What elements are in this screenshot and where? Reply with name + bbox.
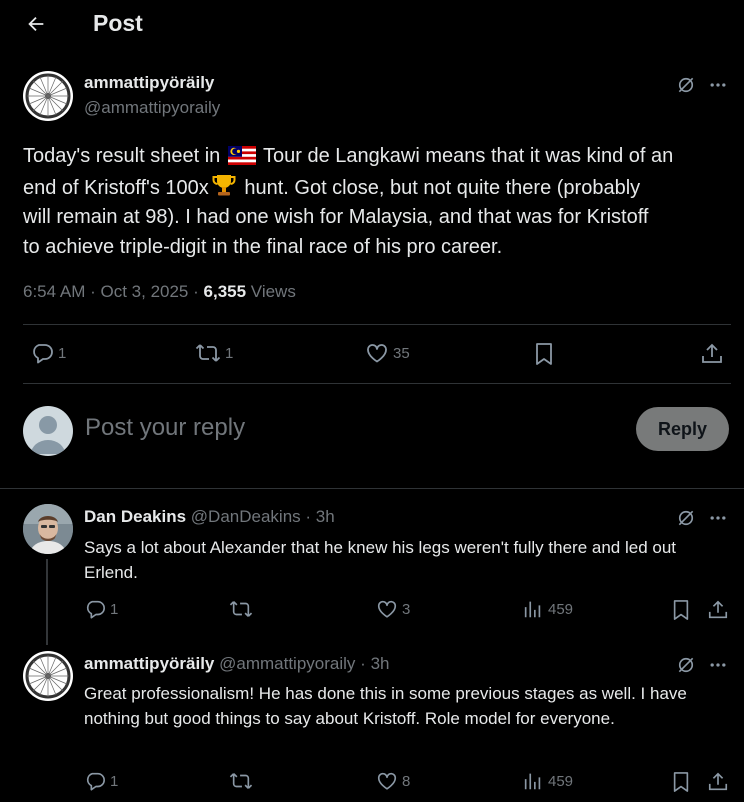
repost-action[interactable]	[228, 597, 254, 621]
author-handle[interactable]: @ammattipyoraily	[84, 98, 220, 118]
reply-icon	[33, 344, 53, 364]
post-text-part: hunt. Got close, but not quite there (pr…	[244, 176, 641, 199]
reply-header: Dan Deakins @DanDeakins · 3h	[84, 507, 335, 527]
reply-author-handle[interactable]: @ammattipyoraily	[219, 654, 355, 673]
divider	[0, 488, 744, 489]
reply-count: 1	[58, 344, 67, 362]
page-title: Post	[93, 10, 143, 36]
trophy-icon	[212, 174, 236, 195]
reply-sep: ·	[360, 654, 366, 673]
reply-input[interactable]: Post your reply	[85, 414, 245, 442]
more-icon	[710, 83, 726, 87]
reply-count: 1	[110, 600, 119, 618]
author-name[interactable]: ammattipyöräily	[84, 73, 214, 93]
divider	[23, 324, 731, 325]
views-label: Views	[250, 282, 296, 301]
like-count: 8	[402, 772, 411, 790]
views-action[interactable]: 459	[522, 598, 573, 620]
share-action[interactable]	[706, 770, 730, 794]
reply-sep: ·	[305, 507, 312, 526]
bookmark-action[interactable]	[669, 598, 693, 622]
reply-action[interactable]: 1	[84, 770, 118, 792]
reply-text: Great professionalism! He has done this …	[84, 684, 687, 728]
reply-icon	[86, 772, 105, 791]
bookmark-icon	[536, 343, 552, 365]
like-icon	[377, 600, 397, 618]
repost-action[interactable]	[228, 769, 254, 793]
more-button[interactable]	[705, 505, 731, 531]
repost-count: 1	[225, 344, 234, 362]
grok-icon	[678, 77, 694, 93]
like-action[interactable]: 3	[376, 598, 410, 620]
reply-header: ammattipyöräily @ammattipyoraily · 3h	[84, 654, 389, 674]
views-count: 459	[548, 772, 574, 790]
reply-icon	[86, 600, 105, 619]
post-text-part: to achieve triple-digit in the final rac…	[23, 235, 503, 258]
views-icon	[524, 601, 541, 618]
author-avatar[interactable]	[23, 71, 73, 121]
bookmark-action[interactable]	[531, 341, 557, 367]
composer-avatar	[23, 406, 73, 456]
post-time[interactable]: 6:54 AM	[23, 282, 85, 301]
bookmark-action[interactable]	[669, 770, 693, 794]
reply-age[interactable]: 3h	[316, 507, 335, 526]
share-icon	[708, 600, 728, 619]
repost-icon	[229, 601, 253, 617]
views-count: 459	[548, 600, 574, 618]
post-text-part: end of Kristoff's 100x	[23, 176, 209, 199]
back-arrow-icon	[28, 16, 44, 32]
post-text: Today's result sheet in Tour de Langkawi…	[23, 142, 735, 262]
grok-button[interactable]	[673, 505, 699, 531]
views-count: 6,355	[203, 282, 247, 301]
reply-action[interactable]: 1	[30, 341, 66, 365]
post-text-part: Tour de Langkawi means that it was kind …	[263, 145, 674, 167]
back-button[interactable]	[20, 8, 52, 40]
divider	[23, 383, 731, 384]
repost-icon	[229, 773, 253, 789]
reply-text: Says a lot about Alexander that he knew …	[84, 538, 677, 582]
like-count: 3	[402, 600, 411, 618]
reply-avatar[interactable]	[23, 651, 73, 701]
views-action[interactable]: 459	[522, 770, 573, 792]
reply-age[interactable]: 3h	[371, 654, 390, 673]
grok-icon	[678, 510, 694, 526]
bookmark-icon	[673, 600, 689, 620]
repost-icon	[195, 344, 221, 362]
grok-icon	[678, 657, 694, 673]
malaysia-flag-icon	[227, 146, 256, 165]
post-meta: 6:54 AM · Oct 3, 2025 · 6,355 Views	[23, 282, 296, 301]
like-icon	[367, 344, 387, 363]
more-button[interactable]	[705, 72, 731, 98]
more-button[interactable]	[705, 652, 731, 678]
reply-action[interactable]: 1	[84, 598, 118, 620]
reply-count: 1	[110, 772, 119, 790]
reply-author-name[interactable]: Dan Deakins	[84, 507, 186, 526]
grok-button[interactable]	[673, 72, 699, 98]
post-text-part: Today's result sheet in	[23, 145, 221, 167]
share-icon	[702, 343, 722, 363]
share-icon	[708, 772, 728, 791]
share-action[interactable]	[699, 341, 725, 367]
post-date[interactable]: Oct 3, 2025	[101, 282, 189, 301]
more-icon	[710, 516, 726, 520]
post-text-part: will remain at 98). I had one wish for M…	[23, 206, 649, 228]
reply-author-handle[interactable]: @DanDeakins	[191, 507, 301, 526]
grok-button[interactable]	[673, 652, 699, 678]
reply-author-name[interactable]: ammattipyöräily	[84, 654, 214, 673]
like-action[interactable]: 35	[365, 341, 410, 365]
like-count: 35	[393, 344, 410, 362]
reply-avatar[interactable]	[23, 504, 73, 554]
share-action[interactable]	[706, 598, 730, 622]
bookmark-icon	[673, 772, 689, 792]
repost-action[interactable]: 1	[195, 341, 233, 365]
like-action[interactable]: 8	[376, 770, 410, 792]
reply-button[interactable]: Reply	[636, 407, 729, 451]
like-icon	[377, 772, 397, 790]
views-icon	[524, 773, 541, 790]
thread-line	[46, 559, 48, 645]
more-icon	[710, 663, 726, 667]
